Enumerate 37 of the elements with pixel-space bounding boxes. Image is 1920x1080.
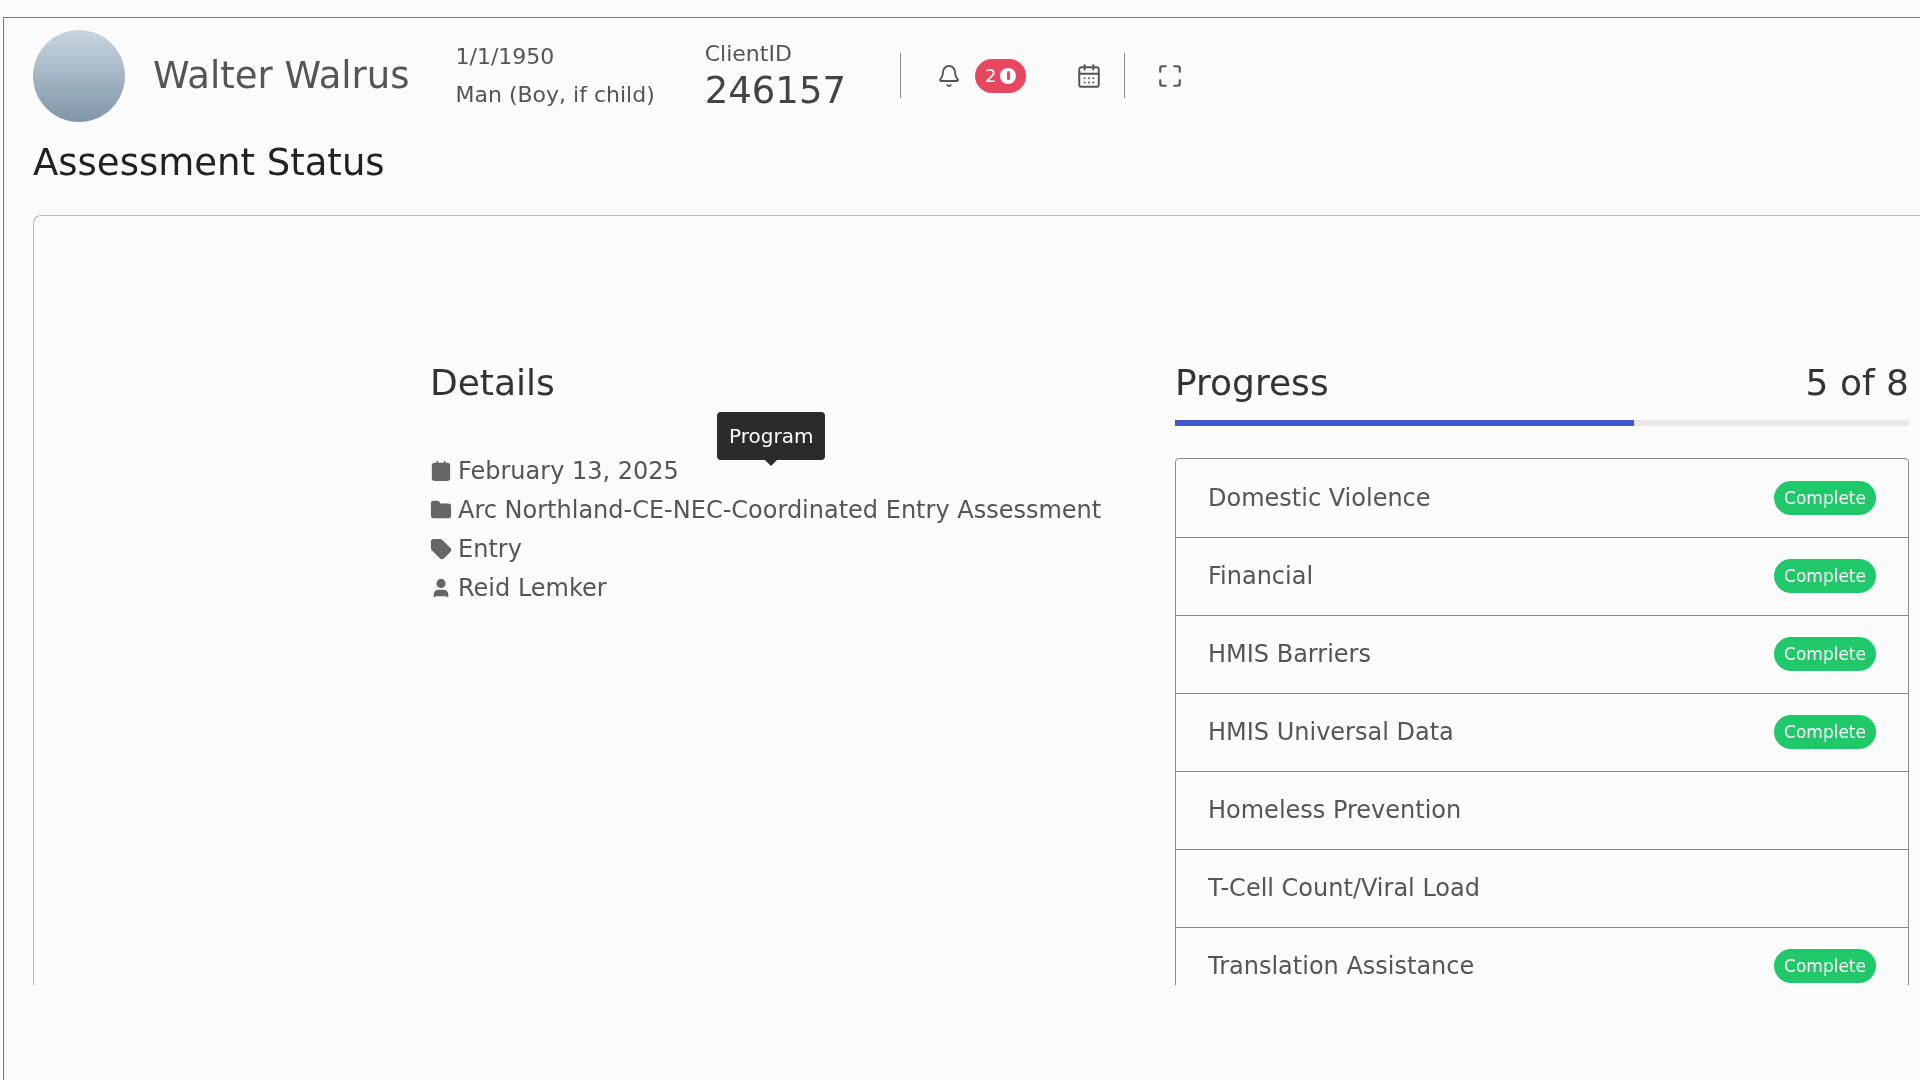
details-heading: Details [430, 360, 556, 405]
complete-badge: Complete [1774, 949, 1876, 983]
assessment-date: February 13, 2025 [458, 455, 679, 487]
complete-badge: Complete [1774, 480, 1876, 515]
folder-icon [430, 499, 452, 521]
section-row[interactable]: Homeless Prevention [1176, 770, 1908, 849]
client-name: Walter Walrus [153, 52, 410, 99]
section-row[interactable]: Financial Complete [1176, 536, 1908, 615]
client-id-label: ClientID [704, 39, 793, 68]
progress-heading: Progress [1175, 360, 1329, 405]
notifications-button[interactable] [937, 63, 961, 88]
alert-count-badge[interactable]: 2 [975, 58, 1027, 93]
section-row[interactable]: HMIS Barriers Complete [1176, 614, 1908, 693]
page-title: Assessment Status [33, 140, 386, 186]
complete-badge: Complete [1774, 637, 1876, 671]
tag-icon [430, 538, 452, 560]
gender: Man (Boy, if child) [455, 80, 655, 109]
birth-date: 1/1/1950 [455, 42, 556, 71]
assessment-type: Entry [458, 533, 522, 565]
complete-badge: Complete [1774, 559, 1876, 593]
complete-badge: Complete [1774, 715, 1876, 749]
section-row[interactable]: HMIS Universal Data Complete [1176, 692, 1908, 771]
staff-name: Reid Lemker [458, 572, 607, 604]
client-id: 246157 [704, 68, 846, 113]
program-name: Arc Northland-CE-NEC-Coordinated Entry Assessment [458, 494, 1102, 526]
tooltip-pointer [765, 459, 778, 466]
fullscreen-icon [1157, 62, 1184, 89]
calendar-button[interactable] [1076, 62, 1103, 89]
calendar-icon [430, 460, 452, 482]
alert-icon [1000, 67, 1017, 84]
fullscreen-button[interactable] [1157, 62, 1184, 89]
section-row[interactable]: T-Cell Count/Viral Load [1176, 848, 1908, 927]
calendar-icon [1076, 62, 1103, 89]
bell-icon [937, 63, 961, 88]
section-row[interactable]: Domestic Violence Complete [1176, 458, 1908, 537]
section-row[interactable]: Translation Assistance Complete [1176, 926, 1908, 985]
progress-count: 5 of 8 [1805, 360, 1909, 405]
